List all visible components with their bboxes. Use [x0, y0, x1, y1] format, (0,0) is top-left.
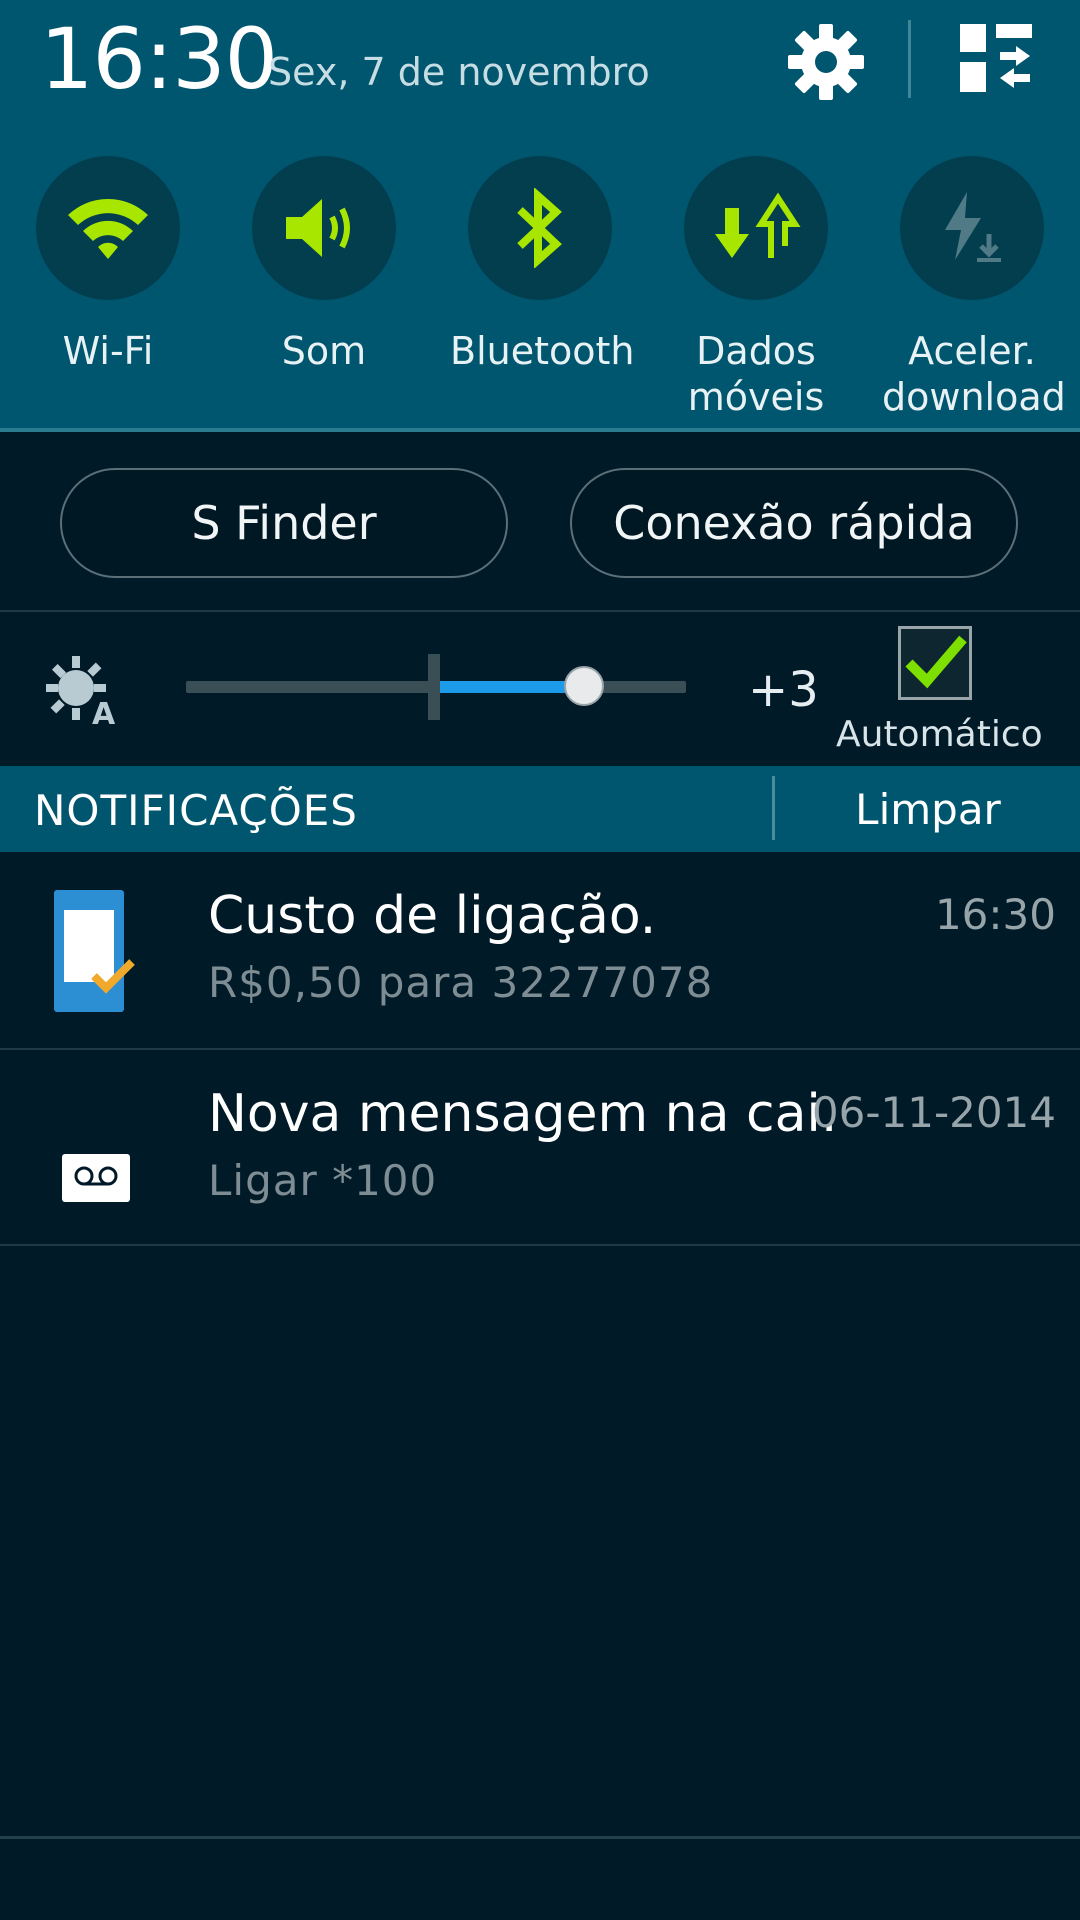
check-icon [905, 635, 967, 689]
brightness-slider-thumb[interactable] [564, 666, 604, 706]
auto-brightness-icon: A [46, 656, 116, 728]
notification-time: 06-11-2014 [811, 1088, 1056, 1137]
notifications-title: NOTIFICAÇÕES [34, 786, 358, 835]
notification-subtitle: Ligar *100 [208, 1156, 438, 1205]
notification-title: Custo de ligação. [208, 886, 657, 946]
status-time: 16:30 [40, 10, 278, 108]
panel-handle-divider[interactable] [0, 1836, 1080, 1839]
svg-text:A: A [92, 697, 116, 728]
notifications-header-divider [772, 776, 775, 840]
toggle-sound-label: Som [281, 329, 367, 373]
notification-item[interactable]: Nova mensagem na cai. Ligar *100 06-11-2… [0, 1050, 1080, 1246]
mobile-data-icon [715, 192, 801, 258]
toggle-mobile-data-label: Dados móveis [687, 329, 825, 419]
toggle-download-booster[interactable]: Aceler. download [882, 156, 1066, 420]
sound-icon [286, 199, 350, 257]
notification-time: 16:30 [934, 890, 1056, 939]
s-finder-button[interactable]: S Finder [60, 468, 508, 578]
brightness-slider-fill [434, 681, 584, 693]
s-finder-label: S Finder [191, 496, 377, 550]
call-cost-icon [54, 890, 135, 1012]
toggle-sound[interactable]: Som [234, 156, 414, 374]
divider [0, 1244, 1080, 1246]
bluetooth-icon [517, 188, 562, 268]
voicemail-icon [62, 1154, 130, 1202]
wifi-icon [68, 199, 148, 259]
auto-brightness-label: Automático [836, 714, 1043, 755]
notification-subtitle: R$0,50 para 32277078 [208, 958, 714, 1007]
toggle-download-booster-label: Aceler. download [882, 329, 1066, 419]
toggle-wifi[interactable]: Wi-Fi [18, 156, 198, 374]
edit-toggles-icon[interactable] [956, 22, 1036, 94]
quick-connect-button[interactable]: Conexão rápida [570, 468, 1018, 578]
notification-title: Nova mensagem na cai. [208, 1084, 838, 1144]
panel-divider [0, 428, 1080, 432]
notification-item[interactable]: Custo de ligação. R$0,50 para 32277078 1… [0, 852, 1080, 1048]
toggle-wifi-label: Wi-Fi [62, 329, 154, 373]
divider [0, 610, 1080, 612]
toggle-mobile-data[interactable]: Dados móveis [666, 156, 846, 420]
brightness-slider-center-mark [428, 654, 440, 720]
toggle-bluetooth[interactable]: Bluetooth [450, 156, 635, 374]
toggle-bluetooth-label: Bluetooth [450, 329, 635, 373]
header-divider [908, 20, 911, 98]
gear-icon[interactable] [784, 20, 868, 104]
status-date: Sex, 7 de novembro [268, 50, 650, 94]
notifications-header: NOTIFICAÇÕES Limpar [0, 766, 1080, 852]
clear-button[interactable]: Limpar [776, 766, 1080, 852]
download-booster-icon [945, 192, 1001, 262]
quick-connect-label: Conexão rápida [613, 496, 975, 550]
brightness-value: +3 [748, 662, 819, 718]
auto-brightness-checkbox[interactable] [898, 626, 972, 700]
